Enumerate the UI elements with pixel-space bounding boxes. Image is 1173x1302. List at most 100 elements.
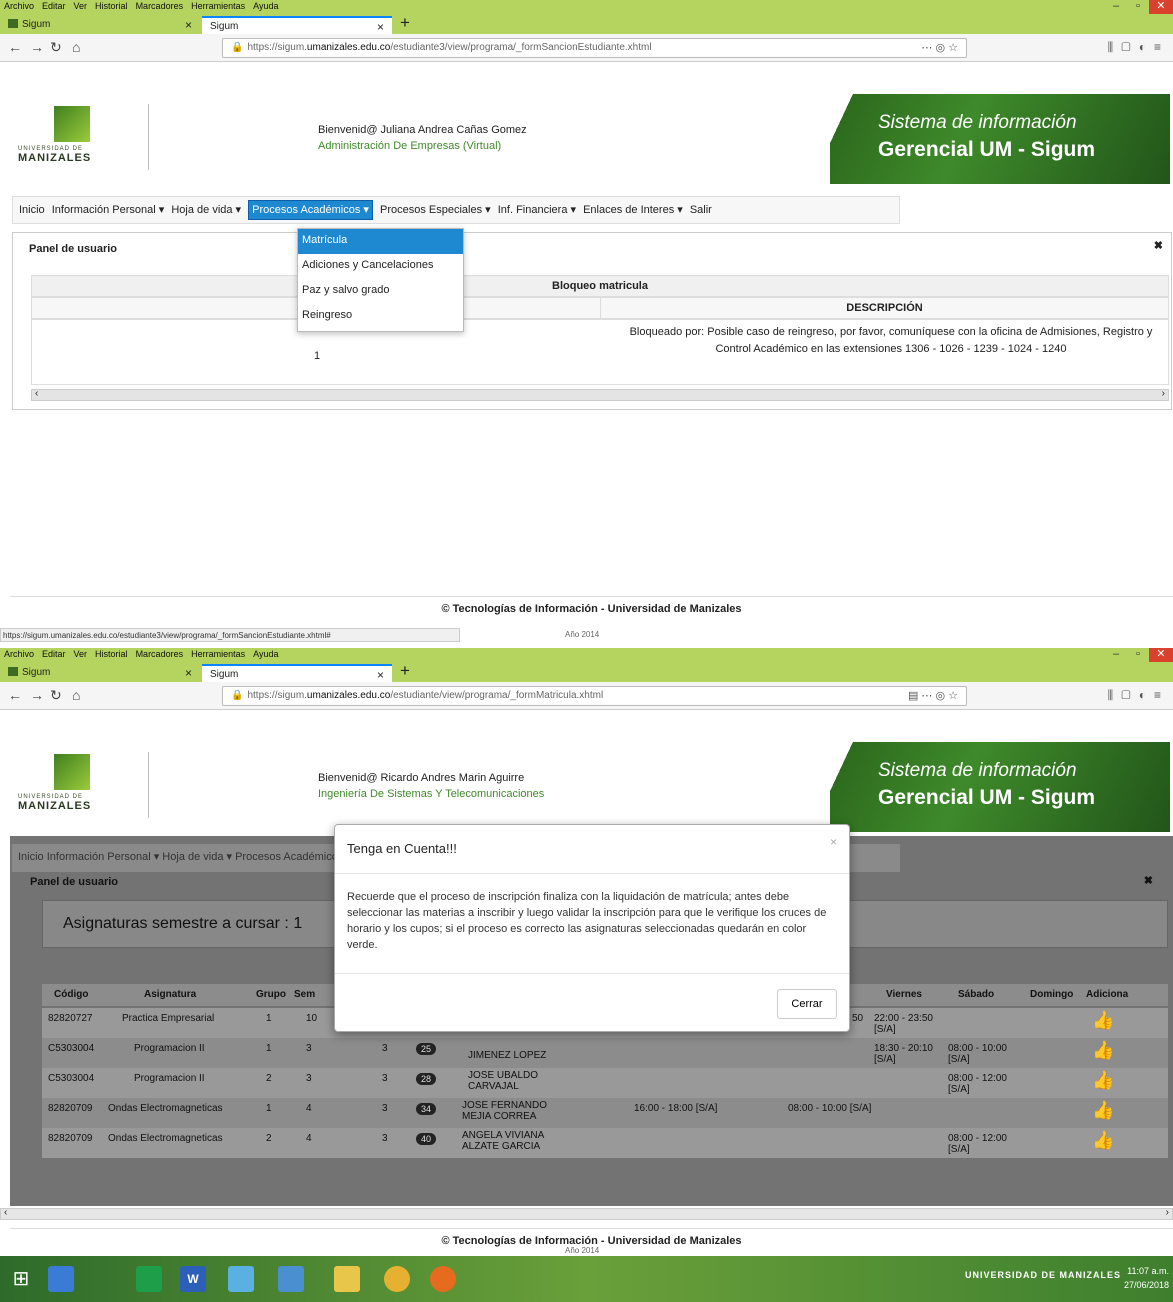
scroll-right-icon[interactable]: › xyxy=(1166,1207,1169,1218)
cupos-badge: 34 xyxy=(416,1103,437,1115)
lock-icon: 🔒 xyxy=(231,690,244,701)
url-path: /estudiante3/view/programa/_formSancionE… xyxy=(390,42,652,53)
thumbs-up-icon[interactable]: 👍 xyxy=(1092,1070,1114,1091)
nav-procesos-academicos[interactable]: Procesos Académicos ▾ xyxy=(248,200,373,220)
forward-icon[interactable]: → xyxy=(30,39,44,55)
file-icon[interactable] xyxy=(48,1266,74,1292)
url-bar[interactable]: 🔒 https://sigum.umanizales.edu.co/estudia… xyxy=(222,686,967,706)
menu-herramientas[interactable]: Herramientas xyxy=(191,1,245,13)
menu-editar[interactable]: Editar xyxy=(42,649,66,661)
menu-historial[interactable]: Historial xyxy=(95,649,128,661)
cell-asignatura: Ondas Electromagneticas xyxy=(108,1103,223,1114)
thumbs-up-icon[interactable]: 👍 xyxy=(1092,1130,1114,1151)
nav-inicio[interactable]: Inicio xyxy=(19,204,45,216)
menu-editar[interactable]: Editar xyxy=(42,1,66,13)
nav-hoja-de-vida[interactable]: Hoja de vida ▾ xyxy=(171,204,241,216)
nav-procesos-especiales[interactable]: Procesos Especiales ▾ xyxy=(380,204,491,216)
dropdown-item-matricula[interactable]: Matrícula xyxy=(298,229,463,254)
menu-marcadores[interactable]: Marcadores xyxy=(136,1,184,13)
panel-close-icon[interactable]: ✖ xyxy=(1144,874,1153,887)
close-tab-icon[interactable]: × xyxy=(377,20,384,34)
new-tab-icon[interactable]: + xyxy=(400,14,410,32)
close-window-icon[interactable]: ✕ xyxy=(1149,0,1173,14)
new-tab-icon[interactable]: + xyxy=(400,662,410,680)
close-tab-icon[interactable]: × xyxy=(185,666,192,680)
forward-icon[interactable]: → xyxy=(30,687,44,703)
browser-navbar: ← → ↻ ⌂ 🔒 https://sigum.umanizales.edu.co… xyxy=(0,34,1173,62)
chrome-icon[interactable] xyxy=(384,1266,410,1292)
nav-salir[interactable]: Salir xyxy=(690,204,712,216)
windows-start-icon[interactable]: ⊞ xyxy=(8,1266,34,1292)
scroll-left-icon[interactable]: ‹ xyxy=(4,1207,7,1218)
scroll-left-icon[interactable]: ‹ xyxy=(35,388,38,399)
horizontal-scrollbar[interactable]: ‹ › xyxy=(31,388,1169,401)
clock[interactable]: 11:07 a.m. 27/06/2018 xyxy=(1124,1264,1169,1292)
menu-herramientas[interactable]: Herramientas xyxy=(191,649,245,661)
url-actions-icon[interactable]: ▤ ⋯ ◎ ☆ xyxy=(908,689,958,702)
dropdown-item-paz-y-salvo[interactable]: Paz y salvo grado xyxy=(298,279,463,304)
menu-ayuda[interactable]: Ayuda xyxy=(253,649,278,661)
cerrar-button[interactable]: Cerrar xyxy=(777,989,837,1019)
menu-historial[interactable]: Historial xyxy=(95,1,128,13)
sigum-favicon-icon xyxy=(8,667,18,676)
menu-archivo[interactable]: Archivo xyxy=(4,649,34,661)
thumbs-up-icon[interactable]: 👍 xyxy=(1092,1100,1114,1121)
back-icon[interactable]: ← xyxy=(8,39,22,55)
maximize-icon[interactable]: ▫ xyxy=(1127,648,1149,662)
nav-enlaces[interactable]: Enlaces de Interes ▾ xyxy=(583,204,683,216)
word-icon[interactable]: W xyxy=(180,1266,206,1292)
firefox-icon[interactable] xyxy=(430,1266,456,1292)
cell-sem: 3 xyxy=(306,1043,312,1054)
folder-icon[interactable] xyxy=(334,1266,360,1292)
close-tab-icon[interactable]: × xyxy=(377,668,384,682)
site-header: UNIVERSIDAD DE MANIZALES Bienvenid@ Juli… xyxy=(10,94,1170,184)
menu-ver[interactable]: Ver xyxy=(74,1,88,13)
cell-codigo: C5303004 xyxy=(48,1043,95,1054)
excel-icon[interactable] xyxy=(136,1266,162,1292)
banner-line1: Sistema de información xyxy=(878,112,1077,133)
dropdown-item-adiciones[interactable]: Adiciones y Cancelaciones xyxy=(298,254,463,279)
program-name: Ingeniería De Sistemas Y Telecomunicacio… xyxy=(318,788,545,800)
scroll-right-icon[interactable]: › xyxy=(1162,388,1165,399)
home-icon[interactable]: ⌂ xyxy=(72,39,80,55)
menu-ver[interactable]: Ver xyxy=(74,649,88,661)
thumbs-up-icon[interactable]: 👍 xyxy=(1092,1040,1114,1061)
cell-asignatura: Practica Empresarial xyxy=(122,1013,215,1024)
tab-sigum-2[interactable]: Sigum × xyxy=(202,16,392,34)
tab-label: Sigum xyxy=(22,19,51,30)
tab-sigum-1[interactable]: Sigum × xyxy=(0,16,200,34)
reload-icon[interactable]: ↻ xyxy=(50,687,62,704)
app-icon[interactable] xyxy=(278,1266,304,1292)
close-window-icon[interactable]: ✕ xyxy=(1149,648,1173,662)
close-tab-icon[interactable]: × xyxy=(185,18,192,32)
nav-inf-financiera[interactable]: Inf. Financiera ▾ xyxy=(498,204,576,216)
home-icon[interactable]: ⌂ xyxy=(72,687,80,703)
url-actions-icon[interactable]: ⋯ ◎ ☆ xyxy=(921,41,958,54)
modal-close-icon[interactable]: × xyxy=(830,835,837,849)
app-icon[interactable] xyxy=(228,1266,254,1292)
tab-sigum-1[interactable]: Sigum × xyxy=(0,664,200,682)
horizontal-scrollbar[interactable]: ‹ › xyxy=(0,1207,1173,1220)
minimize-icon[interactable]: – xyxy=(1105,0,1127,14)
menu-ayuda[interactable]: Ayuda xyxy=(253,1,278,13)
url-bar[interactable]: 🔒 https://sigum.umanizales.edu.co/estudia… xyxy=(222,38,967,58)
toolbar-icons[interactable]: ⫼▢◐≡ xyxy=(1108,40,1169,55)
tab-sigum-2[interactable]: Sigum × xyxy=(202,664,392,682)
reload-icon[interactable]: ↻ xyxy=(50,39,62,56)
thumbs-up-icon[interactable]: 👍 xyxy=(1092,1010,1114,1031)
menu-archivo[interactable]: Archivo xyxy=(4,1,34,13)
table-row: C5303004 Programacion II 2 3 3 28 JOSE U… xyxy=(42,1068,1168,1098)
menu-marcadores[interactable]: Marcadores xyxy=(136,649,184,661)
cupos-badge: 28 xyxy=(416,1073,437,1085)
back-icon[interactable]: ← xyxy=(8,687,22,703)
cell-sabado: 08:00 - 12:00 [S/A] xyxy=(948,1073,1007,1095)
nav-informacion-personal[interactable]: Información Personal ▾ xyxy=(52,204,165,216)
toolbar-icons[interactable]: ⫼▢◐≡ xyxy=(1108,688,1169,703)
minimize-icon[interactable]: – xyxy=(1105,648,1127,662)
sigum-banner: Sistema de información Gerencial UM - Si… xyxy=(830,94,1170,184)
site-header: UNIVERSIDAD DE MANIZALES Bienvenid@ Rica… xyxy=(10,742,1170,832)
panel-close-icon[interactable]: ✖ xyxy=(1154,239,1163,252)
dropdown-item-reingreso[interactable]: Reingreso xyxy=(298,304,463,329)
welcome-text: Bienvenid@ Ricardo Andres Marin Aguirre xyxy=(318,772,525,784)
maximize-icon[interactable]: ▫ xyxy=(1127,0,1149,14)
